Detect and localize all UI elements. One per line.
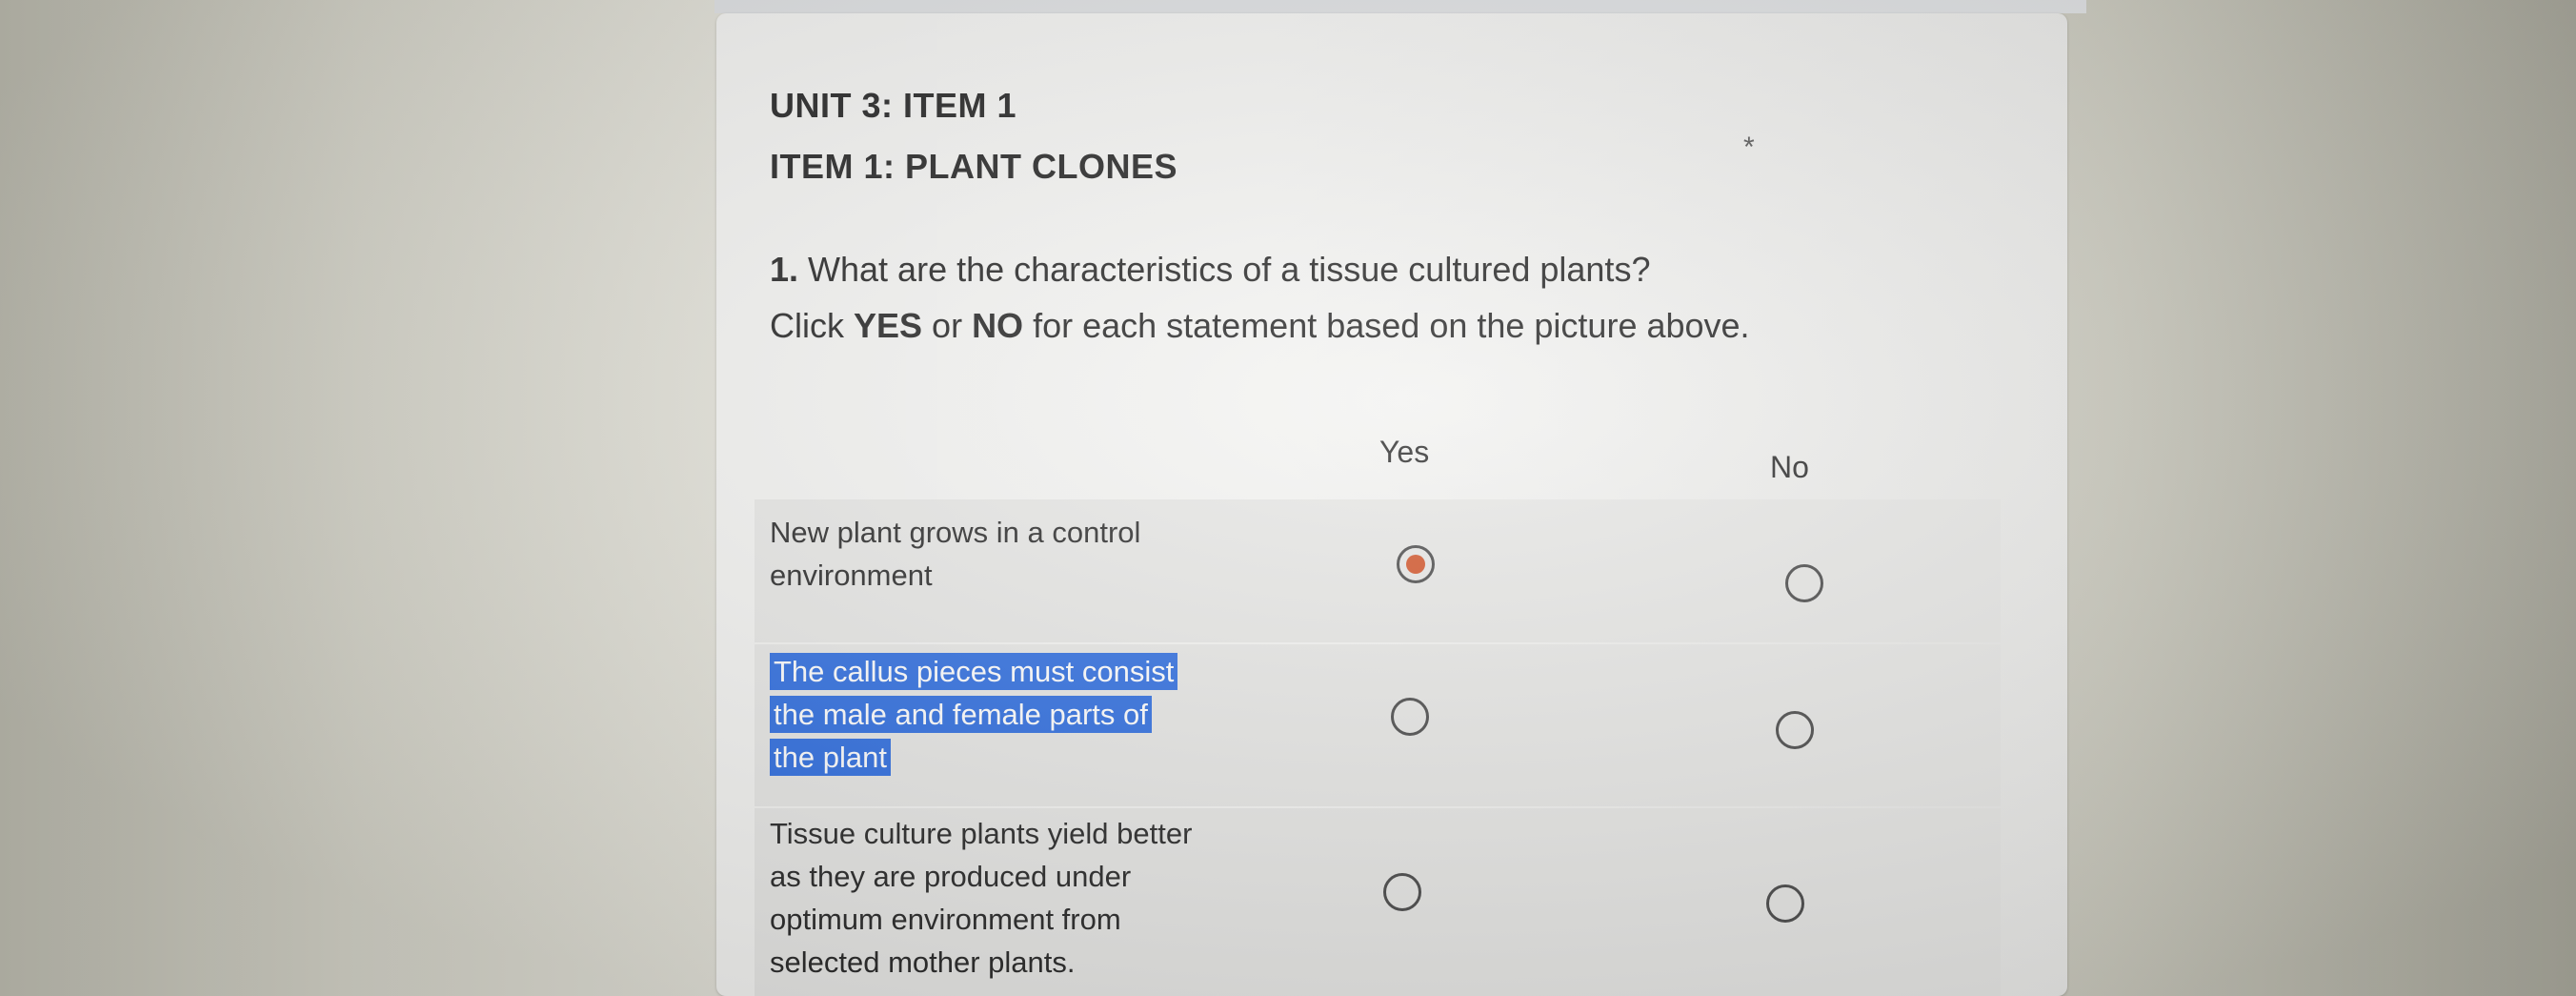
instruction-part: or xyxy=(922,306,973,345)
required-marker: * xyxy=(1743,132,1755,163)
statement-text[interactable]: The callus pieces must consist the male … xyxy=(770,650,1189,779)
radio-no-statement-3[interactable] xyxy=(1766,884,1804,923)
column-header-yes: Yes xyxy=(1379,435,1430,469)
column-header-no: No xyxy=(1770,450,1809,484)
question-card: UNIT 3: ITEM 1 ITEM 1: PLANT CLONES * 1.… xyxy=(716,13,2067,996)
radio-no-statement-2[interactable] xyxy=(1776,711,1814,749)
instruction-text: Click YES or NO for each statement based… xyxy=(770,306,1750,346)
question-number: 1. xyxy=(770,250,799,289)
statement-row-2: The callus pieces must consist the male … xyxy=(755,644,2001,806)
statement-text[interactable]: New plant grows in a control environment xyxy=(770,511,1218,597)
radio-no-statement-1[interactable] xyxy=(1785,564,1823,602)
instruction-part: for each statement based on the picture … xyxy=(1023,306,1750,345)
selected-statement-text[interactable]: The callus pieces must consist the male … xyxy=(770,653,1178,776)
browser-strip xyxy=(714,0,2086,13)
radio-yes-statement-3[interactable] xyxy=(1383,873,1421,911)
statement-row-1: New plant grows in a control environment xyxy=(755,499,2001,642)
unit-title: UNIT 3: ITEM 1 xyxy=(770,86,1017,125)
instruction-no: NO xyxy=(972,306,1024,345)
statement-text[interactable]: Tissue culture plants yield better as th… xyxy=(770,812,1208,984)
question-text: 1. What are the characteristics of a tis… xyxy=(770,250,1650,290)
instruction-yes: YES xyxy=(854,306,923,345)
statement-row-3: Tissue culture plants yield better as th… xyxy=(755,808,2001,996)
radio-checked-dot xyxy=(1406,555,1425,574)
instruction-part: Click xyxy=(770,306,854,345)
item-title: ITEM 1: PLANT CLONES xyxy=(770,147,1178,186)
question-body: What are the characteristics of a tissue… xyxy=(798,250,1651,289)
radio-yes-statement-1[interactable] xyxy=(1397,545,1435,583)
radio-yes-statement-2[interactable] xyxy=(1391,698,1429,736)
